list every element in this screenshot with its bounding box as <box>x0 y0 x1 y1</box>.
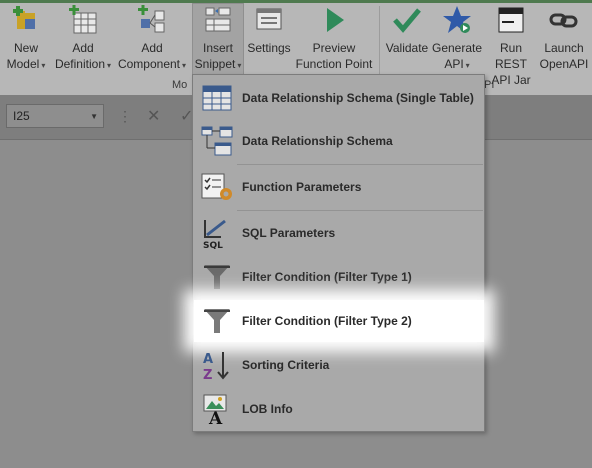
svg-text:SQL: SQL <box>203 241 223 249</box>
table-icon <box>200 81 234 115</box>
run-rest-label-1: Run REST <box>494 41 527 71</box>
chevron-down-icon: ▾ <box>237 61 242 70</box>
menu-item-function-parameters[interactable]: Function Parameters <box>194 166 484 208</box>
generate-api-label-1: Generate <box>431 41 483 55</box>
new-model-button[interactable]: New Model ▾ <box>4 4 48 74</box>
chevron-down-icon: ▾ <box>41 61 46 70</box>
play-icon <box>318 4 350 36</box>
chevron-down-icon: ▾ <box>465 61 470 70</box>
preview-function-point-button[interactable]: Preview Function Point <box>294 4 374 72</box>
function-params-icon <box>200 170 234 204</box>
new-model-label-1: New <box>13 41 38 55</box>
new-model-icon <box>10 4 42 36</box>
run-rest-label-2: API Jar <box>491 73 531 87</box>
add-definition-label-2: Definition ▾ <box>54 57 112 71</box>
sort-az-icon: AZ <box>200 348 234 382</box>
insert-snippet-icon <box>202 4 234 36</box>
ribbon-top-border <box>0 0 592 3</box>
menu-item-label: Data Relationship Schema (Single Table) <box>242 91 474 105</box>
menu-item-data-relationship-schema-single-table[interactable]: Data Relationship Schema (Single Table) <box>194 78 484 118</box>
add-component-button[interactable]: Add Component ▾ <box>116 4 188 74</box>
validate-label: Validate <box>385 41 429 55</box>
add-component-icon <box>136 4 168 36</box>
formula-bar-grip-icon: ⋮ <box>118 108 132 124</box>
svg-text:Z: Z <box>203 368 212 381</box>
name-box[interactable]: I25 ▼ <box>6 104 104 128</box>
validate-button[interactable]: Validate <box>384 4 430 56</box>
menu-item-sql-parameters[interactable]: SQL SQL Parameters <box>194 212 484 254</box>
preview-label-1: Preview <box>312 41 356 55</box>
insert-snippet-menu: Data Relationship Schema (Single Table) … <box>192 74 485 432</box>
menu-item-lob-info[interactable]: A LOB Info <box>194 388 484 430</box>
menu-item-label: Function Parameters <box>242 180 362 194</box>
svg-text:A: A <box>208 409 223 425</box>
insert-snippet-button[interactable]: Insert Snippet ▾ <box>192 3 244 75</box>
menu-item-label: SQL Parameters <box>242 226 336 240</box>
menu-item-label: Sorting Criteria <box>242 358 330 372</box>
menu-item-sorting-criteria[interactable]: AZ Sorting Criteria <box>194 344 484 386</box>
star-icon <box>441 4 473 36</box>
menu-item-filter-condition-type-1[interactable]: Filter Condition (Filter Type 1) <box>194 256 484 298</box>
name-box-value: I25 <box>13 109 30 123</box>
insert-snippet-label-2: Snippet ▾ <box>194 57 242 71</box>
ribbon-group-label-left: Mo <box>172 79 188 91</box>
menu-item-label: Filter Condition (Filter Type 2) <box>242 314 412 328</box>
menu-item-filter-condition-type-2[interactable]: Filter Condition (Filter Type 2) <box>194 300 484 342</box>
chevron-down-icon: ▾ <box>182 61 187 70</box>
menu-separator <box>237 164 483 165</box>
menu-separator <box>237 210 483 211</box>
add-definition-icon <box>67 4 99 36</box>
add-component-label-2: Component ▾ <box>117 57 187 71</box>
launch-openapi-label-1: Launch <box>544 41 584 55</box>
add-definition-label-1: Add <box>72 41 94 55</box>
chevron-down-icon[interactable]: ▼ <box>90 112 98 121</box>
preview-label-2: Function Point <box>295 57 373 71</box>
insert-snippet-label-1: Insert <box>202 41 233 55</box>
menu-item-label: Filter Condition (Filter Type 1) <box>242 270 412 284</box>
terminal-icon <box>495 4 527 36</box>
checkmark-icon <box>391 4 423 36</box>
settings-label: Settings <box>247 41 291 55</box>
sql-icon: SQL <box>200 216 234 250</box>
menu-item-data-relationship-schema[interactable]: Data Relationship Schema <box>194 120 484 162</box>
svg-text:A: A <box>203 352 213 367</box>
menu-item-label: LOB Info <box>242 402 293 416</box>
ribbon-group-label-right: PI <box>484 79 495 91</box>
generate-api-label-2: API ▾ <box>444 57 470 71</box>
menu-item-label: Data Relationship Schema <box>242 134 393 148</box>
launch-openapi-label-2: OpenAPI <box>539 57 589 71</box>
add-component-label-1: Add <box>141 41 163 55</box>
new-model-label-2: Model ▾ <box>6 57 46 71</box>
chevron-down-icon: ▾ <box>107 61 112 70</box>
generate-api-button[interactable]: Generate API ▾ <box>432 4 482 74</box>
lob-icon: A <box>200 392 234 426</box>
filter-icon <box>200 260 234 294</box>
launch-openapi-button[interactable]: Launch OpenAPI <box>538 4 590 72</box>
cancel-icon[interactable]: ✕ <box>147 106 160 126</box>
link-icon <box>548 4 580 36</box>
schema-icon <box>200 124 234 158</box>
settings-button[interactable]: Settings <box>246 4 292 56</box>
run-rest-api-jar-button[interactable]: Run REST API Jar <box>484 4 538 88</box>
add-definition-button[interactable]: Add Definition ▾ <box>52 4 114 74</box>
filter-icon <box>200 304 234 338</box>
settings-icon <box>253 4 285 36</box>
